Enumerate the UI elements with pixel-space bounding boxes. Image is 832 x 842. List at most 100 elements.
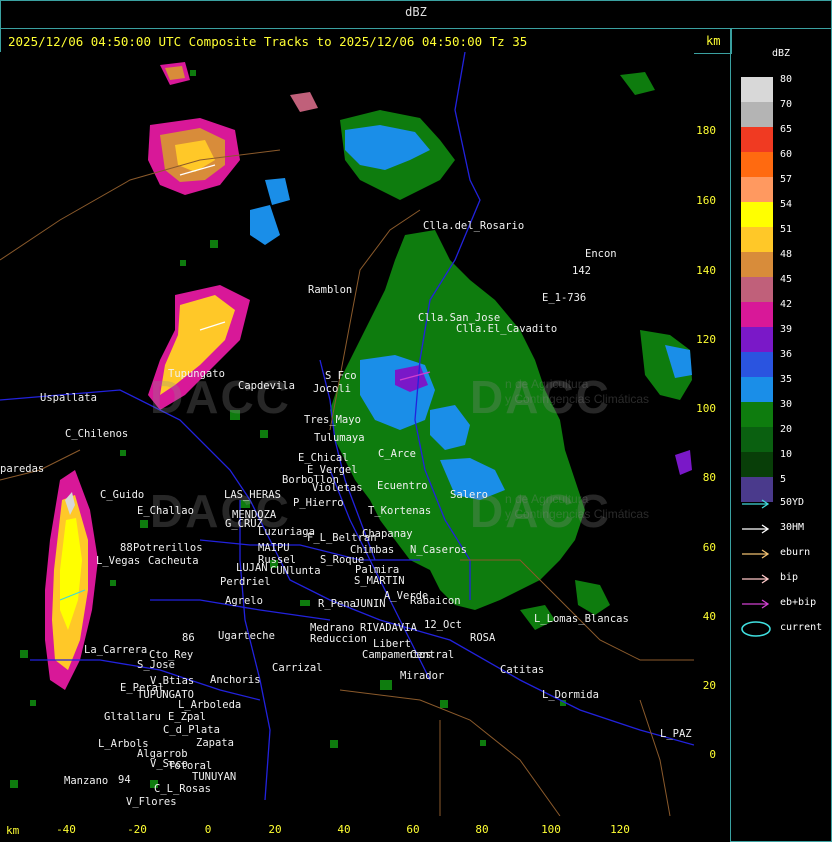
radar-map[interactable]: DACC DACC DACC DACC n de Agricultura y C… [0,52,694,816]
place-label: LAS_HERAS [224,489,281,501]
place-label: Ramblon [308,284,353,296]
dbz-swatch [741,402,773,427]
place-label: V_Flores [126,796,177,808]
place-label: Reduccion [310,633,367,645]
radar-caption: 2025/12/06 04:50:00 UTC Composite Tracks… [8,34,528,49]
dbz-swatch [741,377,773,402]
dbz-level-label: 20 [780,424,793,435]
current-storm-icon [740,621,772,637]
dbz-level-label: 65 [780,124,793,135]
place-label: Central [410,649,455,661]
place-label: Perdriel [220,576,271,588]
y-tick: 180 [696,124,716,137]
dbz-level-label: 48 [780,249,793,260]
track-legend-label: 50YD [780,497,805,508]
x-tick: -20 [127,823,147,836]
place-label: L_Dormida [542,689,599,701]
place-label: Catitas [500,664,545,676]
dbz-level-label: 5 [780,474,787,485]
y-axis: 180 160 140 120 100 80 60 40 20 0 [694,52,730,816]
place-label: Cacheuta [148,555,199,567]
place-label: 142 [572,265,591,277]
track-legend-label: eb+bip [780,597,817,608]
y-tick: 20 [702,679,716,692]
x-axis: -40 -20 0 20 40 60 80 100 120 [0,816,730,842]
dbz-level-label: 70 [780,99,793,110]
dbz-swatch [741,102,773,127]
track-arrow-icon [740,496,772,510]
place-label: TUNUYAN [192,771,237,783]
watermark-tagline: n de Agricultura y Contingencias Climáti… [505,492,649,522]
place-label: paredas [0,463,45,475]
place-label: S_MARTIN [354,575,405,587]
place-label: Salero [450,489,488,501]
place-label: E_Chical [298,452,349,464]
place-label: Carrizal [272,662,323,674]
place-label: Encon [585,248,617,260]
y-tick: 140 [696,264,716,277]
place-label: 86 [182,632,195,644]
place-label: T_Kortenas [368,505,432,517]
watermark-tagline-line2: y Contingencias Climáticas [505,392,650,406]
track-legend-label: 30HM [780,522,805,533]
place-label: RIVADAVIA [360,622,417,634]
place-label: N_Caseros [410,544,467,556]
y-axis-unit: km [706,34,721,48]
place-label: Zapata [196,737,234,749]
place-label: MAIPU [258,542,290,554]
x-tick: 120 [610,823,630,836]
place-label: Ugarteche [218,630,275,642]
dbz-swatch [741,227,773,252]
dbz-swatch [741,277,773,302]
dbz-level-label: 36 [780,349,793,360]
place-label: Potrerillos [133,542,203,554]
place-label: Ecuentro [377,480,428,492]
place-label: Manzano [64,775,109,787]
watermark-tagline-line2: y Contingencias Climáticas [505,507,650,521]
place-label: Tulumaya [314,432,365,444]
dbz-level-label: 39 [780,324,793,335]
x-tick: 20 [268,823,282,836]
place-label: Clla.del_Rosario [423,220,525,232]
place-label: C_Arce [378,448,416,460]
place-label: Clla.El_Cavadito [456,323,558,335]
track-arrow-icon [740,571,772,585]
dbz-level-label: 60 [780,149,793,160]
dbz-swatch [741,202,773,227]
track-arrow-icon [740,546,772,560]
track-arrow-icon [740,521,772,535]
dbz-level-label: 57 [780,174,793,185]
y-tick: 80 [702,471,716,484]
place-label: 94 [118,774,131,786]
place-label: E_Zpal [168,711,206,723]
place-label: Rabaicon [410,595,461,607]
place-label: Violetas [312,482,363,494]
place-label: 88 [120,542,133,554]
place-label: F_L_Beltran [307,532,377,544]
track-legend-label: current [780,622,823,633]
place-label: ROSA [470,632,496,644]
dbz-level-label: 51 [780,224,793,235]
place-label: L_Arboleda [178,699,242,711]
window-title: dBZ [405,5,427,19]
dbz-level-label: 35 [780,374,793,385]
place-label: Anchoris [210,674,261,686]
dbz-swatch [741,452,773,477]
place-label: C_d_Plata [163,724,220,736]
place-label: La_Carrera [84,644,148,656]
track-legend-label: bip [780,572,799,583]
legend-title: dBZ [771,48,791,59]
place-label: Jocoli [313,383,351,395]
x-tick: 100 [541,823,561,836]
place-label: L_Vegas [96,555,141,567]
dbz-level-label: 30 [780,399,793,410]
y-tick: 0 [709,748,716,761]
watermark-tagline: n de Agricultura y Contingencias Climáti… [505,377,649,407]
place-label: Mirador [400,670,445,682]
dbz-level-label: 45 [780,274,793,285]
place-label: C_Chilenos [65,428,129,440]
x-axis-unit: km [6,824,20,837]
place-label: JUNIN [354,598,386,610]
place-label: E_Challao [137,505,194,517]
dbz-level-label: 80 [780,74,793,85]
